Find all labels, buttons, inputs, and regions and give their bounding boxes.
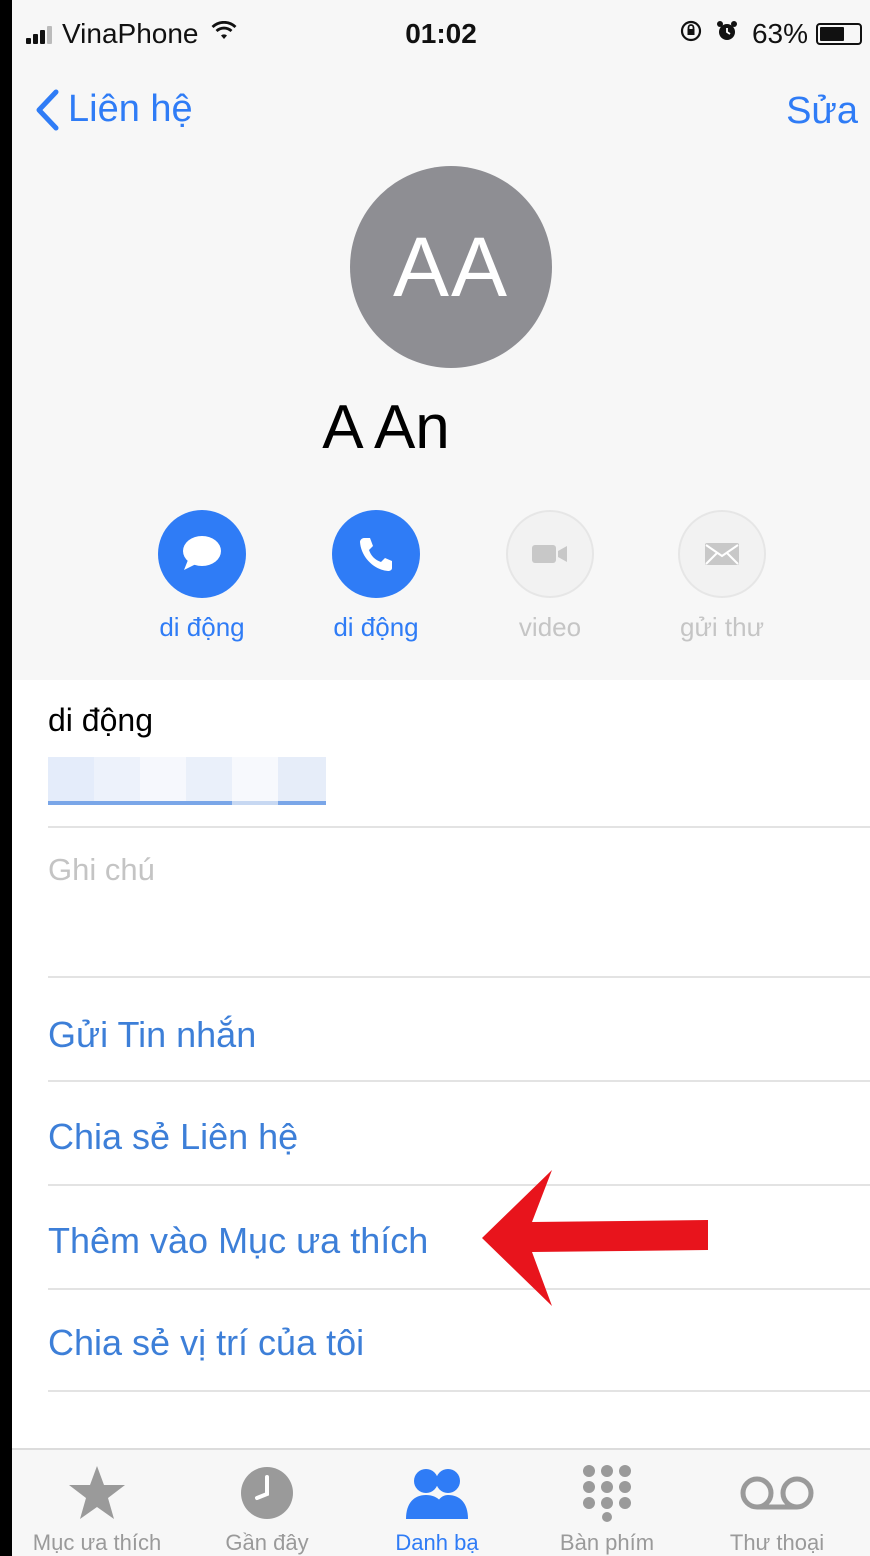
divider: [48, 1184, 870, 1186]
send-message-link[interactable]: Gửi Tin nhắn: [48, 1014, 256, 1056]
video-icon: [506, 510, 594, 598]
divider: [48, 976, 870, 978]
contact-header: Liên hệ Sửa AA A An di động di động vide…: [12, 70, 870, 680]
add-to-favorites-link[interactable]: Thêm vào Mục ưa thích: [48, 1220, 428, 1262]
tab-label: Gần đây: [225, 1530, 309, 1555]
tab-contacts[interactable]: Danh bạ: [352, 1460, 522, 1556]
tab-label: Thư thoại: [729, 1530, 825, 1555]
tab-label: Bàn phím: [559, 1530, 655, 1555]
alarm-icon: [716, 20, 738, 49]
phone-screen: VinaPhone 01:02 63% Liên hệ Sửa AA A An: [0, 0, 870, 1556]
battery-fill: [820, 27, 844, 41]
keypad-icon: [522, 1460, 692, 1526]
rotation-lock-icon: [680, 20, 702, 49]
phone-number-redacted: [48, 757, 326, 809]
tab-label: Danh bạ: [395, 1530, 479, 1555]
divider: [48, 826, 870, 828]
mail-action-button[interactable]: gửi thư: [662, 510, 782, 643]
annotation-arrow-icon: [482, 1170, 708, 1306]
action-label: gửi thư: [680, 612, 764, 642]
status-right: 63%: [680, 18, 862, 50]
action-label: di động: [159, 612, 245, 642]
contact-name: A An: [322, 393, 450, 462]
avatar: AA: [350, 166, 552, 368]
share-location-link[interactable]: Chia sẻ vị trí của tôi: [48, 1322, 364, 1364]
battery-icon: [816, 23, 862, 45]
tab-favorites[interactable]: Mục ưa thích: [12, 1460, 182, 1556]
tab-voicemail[interactable]: Thư thoại: [692, 1460, 862, 1556]
back-button[interactable]: Liên hệ: [34, 88, 193, 131]
tab-bar: Mục ưa thích Gần đây Danh bạ Bàn phím Th…: [12, 1448, 870, 1556]
share-contact-link[interactable]: Chia sẻ Liên hệ: [48, 1116, 298, 1158]
edit-button[interactable]: Sửa: [786, 90, 858, 133]
status-bar: VinaPhone 01:02 63%: [12, 0, 870, 70]
divider: [48, 1390, 870, 1392]
call-action-button[interactable]: di động: [316, 510, 436, 643]
star-icon: [12, 1460, 182, 1526]
tab-keypad[interactable]: Bàn phím: [522, 1460, 692, 1556]
message-icon: [158, 510, 246, 598]
action-label: di động: [333, 612, 419, 642]
message-action-button[interactable]: di động: [142, 510, 262, 643]
phone-label: di động: [48, 702, 153, 738]
tab-label: Mục ưa thích: [32, 1530, 162, 1555]
tab-recents[interactable]: Gần đây: [182, 1460, 352, 1556]
phone-field[interactable]: di động: [48, 702, 326, 809]
action-label: video: [518, 612, 582, 642]
chevron-left-icon: [36, 89, 59, 130]
phone-icon: [332, 510, 420, 598]
contacts-icon: [352, 1460, 522, 1526]
mail-icon: [678, 510, 766, 598]
divider: [48, 1288, 870, 1290]
notes-field[interactable]: Ghi chú: [48, 852, 155, 888]
battery-percent: 63%: [751, 18, 808, 49]
back-label: Liên hệ: [68, 88, 193, 130]
divider: [48, 1080, 870, 1082]
video-action-button[interactable]: video: [490, 510, 610, 643]
voicemail-icon: [692, 1460, 862, 1526]
clock-icon: [182, 1460, 352, 1526]
